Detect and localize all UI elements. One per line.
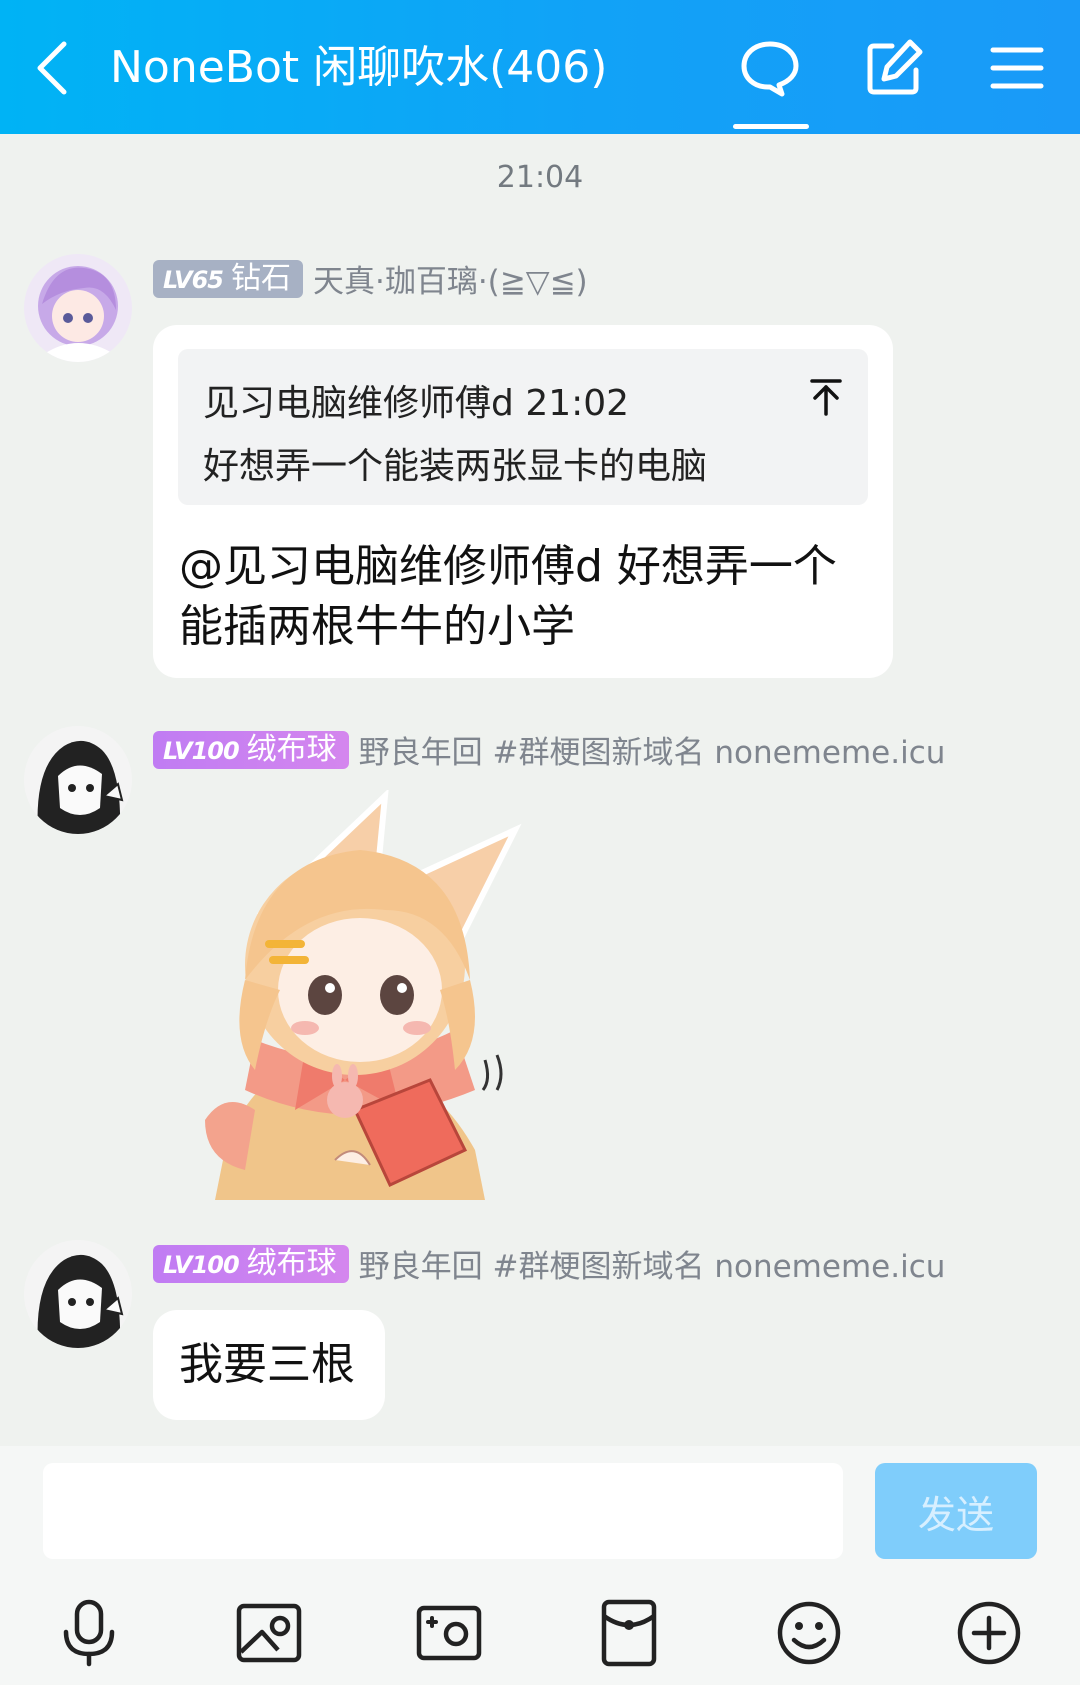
message-input[interactable] — [43, 1463, 843, 1559]
sender-meta: LV100 绒布球 野良年回 #群梗图新域名 nonememe.icu — [153, 727, 945, 771]
emoji-icon[interactable] — [774, 1598, 844, 1668]
sender-meta: LV100 绒布球 野良年回 #群梗图新域名 nonememe.icu — [153, 1241, 945, 1285]
level-badge: LV65 钻石 — [153, 259, 303, 298]
anime-girl-reading-sticker[interactable] — [185, 790, 525, 1200]
manga-avatar-icon — [24, 726, 132, 834]
send-button[interactable]: 发送 — [875, 1463, 1037, 1559]
chat-icon[interactable] — [738, 36, 802, 100]
back-icon[interactable] — [30, 38, 74, 98]
avatar[interactable] — [24, 254, 132, 362]
plus-icon[interactable] — [954, 1598, 1024, 1668]
level-badge: LV100 绒布球 — [153, 1244, 349, 1283]
manga-avatar-icon — [24, 1240, 132, 1348]
message-bubble[interactable]: 见习电脑维修师傅d 21:02 好想弄一个能装两张显卡的电脑 @见习电脑维修师傅… — [153, 325, 893, 678]
anime-avatar-icon — [24, 254, 132, 362]
menu-icon[interactable] — [985, 36, 1049, 100]
edit-icon[interactable] — [862, 36, 926, 100]
quote-header: 见习电脑维修师傅d 21:02 — [203, 383, 630, 424]
camera-icon[interactable] — [414, 1598, 484, 1668]
quote-text: 好想弄一个能装两张显卡的电脑 — [203, 446, 708, 487]
chat-header: NoneBot 闲聊吹水(406) — [0, 0, 1080, 134]
red-packet-icon[interactable] — [594, 1598, 664, 1668]
image-icon[interactable] — [234, 1598, 304, 1668]
sender-name[interactable]: 天真·珈百璃·(≧▽≦) — [313, 256, 588, 301]
active-tab-indicator — [733, 124, 809, 129]
message-bubble[interactable]: 我要三根 — [153, 1310, 385, 1420]
avatar[interactable] — [24, 726, 132, 834]
microphone-icon[interactable] — [54, 1598, 124, 1668]
avatar[interactable] — [24, 1240, 132, 1348]
sender-name[interactable]: 野良年回 #群梗图新域名 nonememe.icu — [359, 727, 946, 772]
group-title[interactable]: NoneBot 闲聊吹水(406) — [110, 40, 607, 96]
level-badge: LV100 绒布球 — [153, 730, 349, 769]
sender-name[interactable]: 野良年回 #群梗图新域名 nonememe.icu — [359, 1241, 946, 1286]
sender-meta: LV65 钻石 天真·珈百璃·(≧▽≦) — [153, 256, 588, 300]
message-text: @见习电脑维修师傅d 好想弄一个能插两根牛牛的小学 — [179, 541, 837, 652]
message-text: 我要三根 — [179, 1339, 355, 1390]
message-timestamp: 21:04 — [496, 160, 584, 195]
jump-to-original-icon[interactable] — [808, 377, 844, 417]
quoted-message[interactable]: 见习电脑维修师傅d 21:02 好想弄一个能装两张显卡的电脑 — [178, 349, 868, 505]
input-bar: 发送 — [0, 1446, 1080, 1685]
